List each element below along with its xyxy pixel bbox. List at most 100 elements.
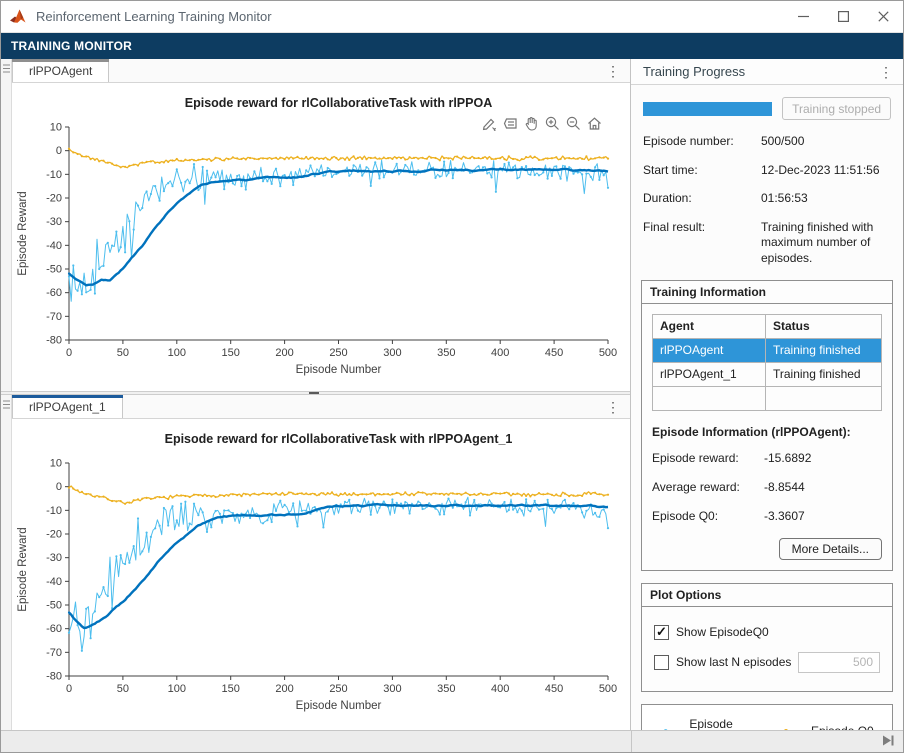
training-progress-bar xyxy=(643,101,773,116)
episode-number-label: Episode number: xyxy=(643,134,734,148)
svg-text:-20: -20 xyxy=(46,529,62,541)
status-cell: Training finished xyxy=(765,337,882,363)
svg-text:250: 250 xyxy=(329,347,347,359)
svg-text:0: 0 xyxy=(56,481,62,493)
close-button[interactable] xyxy=(863,1,903,32)
table-row[interactable]: rlPPOAgent Training finished xyxy=(652,337,882,363)
agent-cell: rlPPOAgent_1 xyxy=(652,361,766,387)
more-details-button[interactable]: More Details... xyxy=(778,537,882,560)
agent-cell: rlPPOAgent xyxy=(652,337,766,363)
svg-text:100: 100 xyxy=(168,683,186,695)
toolstrip-tab-training-monitor[interactable]: TRAINING MONITOR xyxy=(11,39,132,53)
svg-text:50: 50 xyxy=(117,347,129,359)
show-last-n-checkbox[interactable] xyxy=(654,654,669,670)
agents-table-col-agent: Agent xyxy=(652,313,766,339)
svg-text:-60: -60 xyxy=(46,623,62,635)
panel1-menu-button[interactable]: ⋮ xyxy=(596,59,630,82)
episode-reward-chart-rlppoagent-1: Episode reward for rlCollaborativeTask w… xyxy=(17,432,617,712)
skip-to-end-icon xyxy=(883,735,894,745)
episode-number-value: 500/500 xyxy=(761,134,805,148)
tab-label: rlPPOAgent xyxy=(29,64,93,78)
svg-text:450: 450 xyxy=(545,347,563,359)
collapse-panel-button[interactable] xyxy=(881,734,903,750)
status-bar xyxy=(1,730,903,752)
duration-label: Duration: xyxy=(643,191,692,206)
plot-options-header: Plot Options xyxy=(642,584,892,607)
zoom-out-icon[interactable] xyxy=(564,114,583,136)
pan-icon[interactable] xyxy=(522,114,541,136)
average-reward-label: Average reward: xyxy=(652,479,740,494)
svg-text:100: 100 xyxy=(168,347,186,359)
plot-options-box: Plot Options ✓ Show EpisodeQ0 Show last … xyxy=(641,582,893,692)
minimize-icon xyxy=(797,15,809,18)
tab-label: rlPPOAgent_1 xyxy=(29,400,106,414)
svg-text:350: 350 xyxy=(437,347,455,359)
panel-drag-strip[interactable] xyxy=(1,395,12,732)
panel-drag-strip[interactable] xyxy=(1,59,12,391)
window-titlebar: Reinforcement Learning Training Monitor xyxy=(1,1,903,33)
matlab-logo-icon xyxy=(10,9,26,23)
training-progress-title: Training Progress xyxy=(643,64,746,79)
tab-rlppoagent-1[interactable]: rlPPOAgent_1 xyxy=(12,395,123,418)
svg-text:-50: -50 xyxy=(46,264,62,276)
window-controls xyxy=(783,1,903,32)
final-result-label: Final result: xyxy=(643,219,706,234)
minimize-button[interactable] xyxy=(783,1,823,32)
maximize-button[interactable] xyxy=(823,1,863,32)
svg-text:500: 500 xyxy=(599,683,617,695)
svg-text:-70: -70 xyxy=(46,647,62,659)
show-episodeq0-checkbox[interactable]: ✓ xyxy=(654,624,669,640)
tab-rlppoagent[interactable]: rlPPOAgent xyxy=(12,59,110,82)
figure-panel-rlppoagent-1: rlPPOAgent_1 ⋮ Episode reward for rlColl… xyxy=(1,394,630,732)
svg-text:-40: -40 xyxy=(46,576,62,588)
average-reward-value: -8.8544 xyxy=(764,479,805,494)
svg-text:-50: -50 xyxy=(46,600,62,612)
training-progress-panel: Training Progress ⋮ Training stopped Epi… xyxy=(630,59,903,732)
chart2-area: Episode reward for rlCollaborativeTask w… xyxy=(12,419,630,732)
training-progress-menu-button[interactable]: ⋮ xyxy=(869,60,903,84)
status-cell: Training finished xyxy=(765,361,882,387)
panel2-menu-button[interactable]: ⋮ xyxy=(596,395,630,418)
training-stopped-button[interactable]: Training stopped xyxy=(782,97,891,120)
svg-text:250: 250 xyxy=(329,683,347,695)
close-icon xyxy=(877,11,889,22)
figure-panels-column: rlPPOAgent ⋮ Episode reward for rlCollab… xyxy=(1,59,630,732)
window-title: Reinforcement Learning Training Monitor xyxy=(36,9,272,24)
training-progress-fill xyxy=(643,101,773,116)
toolstrip: TRAINING MONITOR xyxy=(1,33,903,59)
last-n-episodes-input[interactable] xyxy=(798,651,880,673)
legend-box: Episode reward Episode Q0 Average reward xyxy=(641,703,893,732)
show-last-n-label: Show last N episodes xyxy=(676,655,792,670)
svg-text:-40: -40 xyxy=(46,240,62,252)
svg-text:Episode Number: Episode Number xyxy=(296,364,382,376)
zoom-in-icon[interactable] xyxy=(543,114,562,136)
svg-text:Episode Number: Episode Number xyxy=(296,700,382,712)
svg-text:200: 200 xyxy=(275,347,293,359)
panel2-tabbar: rlPPOAgent_1 ⋮ xyxy=(12,395,630,419)
grip-icon xyxy=(2,400,10,409)
episode-q0-value: -3.3607 xyxy=(764,508,805,523)
brush-icon[interactable] xyxy=(480,114,499,136)
episode-q0-label: Episode Q0: xyxy=(652,508,719,523)
table-row[interactable]: rlPPOAgent_1 Training finished xyxy=(652,361,882,387)
maximize-icon xyxy=(837,11,849,22)
svg-text:400: 400 xyxy=(491,347,509,359)
datatip-icon[interactable] xyxy=(501,114,520,136)
svg-text:-30: -30 xyxy=(46,216,62,228)
svg-text:-30: -30 xyxy=(46,552,62,564)
svg-text:300: 300 xyxy=(383,347,401,359)
episode-reward-label: Episode reward: xyxy=(652,450,739,465)
svg-text:Episode reward for rlCollabora: Episode reward for rlCollaborativeTask w… xyxy=(165,432,513,446)
start-time-label: Start time: xyxy=(643,162,698,177)
svg-text:0: 0 xyxy=(56,145,62,157)
agents-table-col-status: Status xyxy=(765,313,882,339)
svg-text:200: 200 xyxy=(275,683,293,695)
app-window: Reinforcement Learning Training Monitor … xyxy=(0,0,904,753)
home-icon[interactable] xyxy=(585,114,604,136)
table-row-empty[interactable] xyxy=(652,385,882,411)
svg-text:Episode Reward: Episode Reward xyxy=(17,527,29,611)
svg-text:450: 450 xyxy=(545,683,563,695)
training-progress-header: Training Progress ⋮ xyxy=(631,59,903,85)
axes-toolbar xyxy=(478,113,606,137)
chart1-area: Episode reward for rlCollaborativeTask w… xyxy=(12,83,630,391)
